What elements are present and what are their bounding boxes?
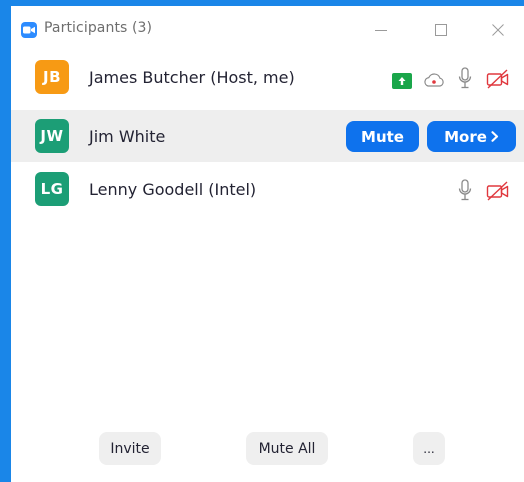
participant-row-lenny-goodell[interactable]: LG Lenny Goodell (Intel) — [11, 166, 524, 212]
window-title: Participants (3) — [44, 20, 153, 36]
participants-window: Participants (3) JB James Butcher (Host,… — [11, 6, 524, 482]
microphone-icon — [458, 179, 472, 201]
participant-name: Lenny Goodell (Intel) — [89, 180, 257, 199]
participant-row-james-butcher[interactable]: JB James Butcher (Host, me) — [11, 54, 524, 100]
invite-button[interactable]: Invite — [99, 432, 161, 465]
mute-participant-button[interactable]: Mute — [346, 121, 419, 152]
close-button[interactable] — [478, 16, 518, 44]
maximize-icon — [435, 24, 447, 36]
share-screen-icon — [392, 73, 412, 89]
minimize-icon — [375, 30, 387, 31]
avatar: JB — [35, 60, 69, 94]
more-options-button[interactable]: More — [427, 121, 516, 152]
chevron-right-icon — [491, 130, 498, 142]
participant-name: Jim White — [89, 127, 166, 146]
cloud-record-icon — [424, 73, 444, 87]
video-off-icon — [486, 69, 509, 89]
mute-button-label: Mute — [361, 127, 404, 146]
close-icon — [492, 24, 504, 36]
zoom-app-icon — [21, 22, 37, 38]
more-button-label: More — [444, 127, 487, 146]
video-off-icon — [486, 181, 509, 201]
window-frame-left — [0, 0, 11, 482]
minimize-button[interactable] — [361, 16, 401, 44]
more-menu-button[interactable]: ... — [413, 432, 445, 465]
maximize-button[interactable] — [421, 16, 461, 44]
participant-row-jim-white[interactable]: JW Jim White Mute More — [11, 110, 524, 162]
microphone-icon — [458, 67, 472, 89]
avatar: JW — [35, 119, 69, 153]
mute-all-button[interactable]: Mute All — [246, 432, 328, 465]
title-bar: Participants (3) — [11, 6, 524, 50]
participant-name: James Butcher (Host, me) — [89, 68, 295, 87]
avatar: LG — [35, 172, 69, 206]
